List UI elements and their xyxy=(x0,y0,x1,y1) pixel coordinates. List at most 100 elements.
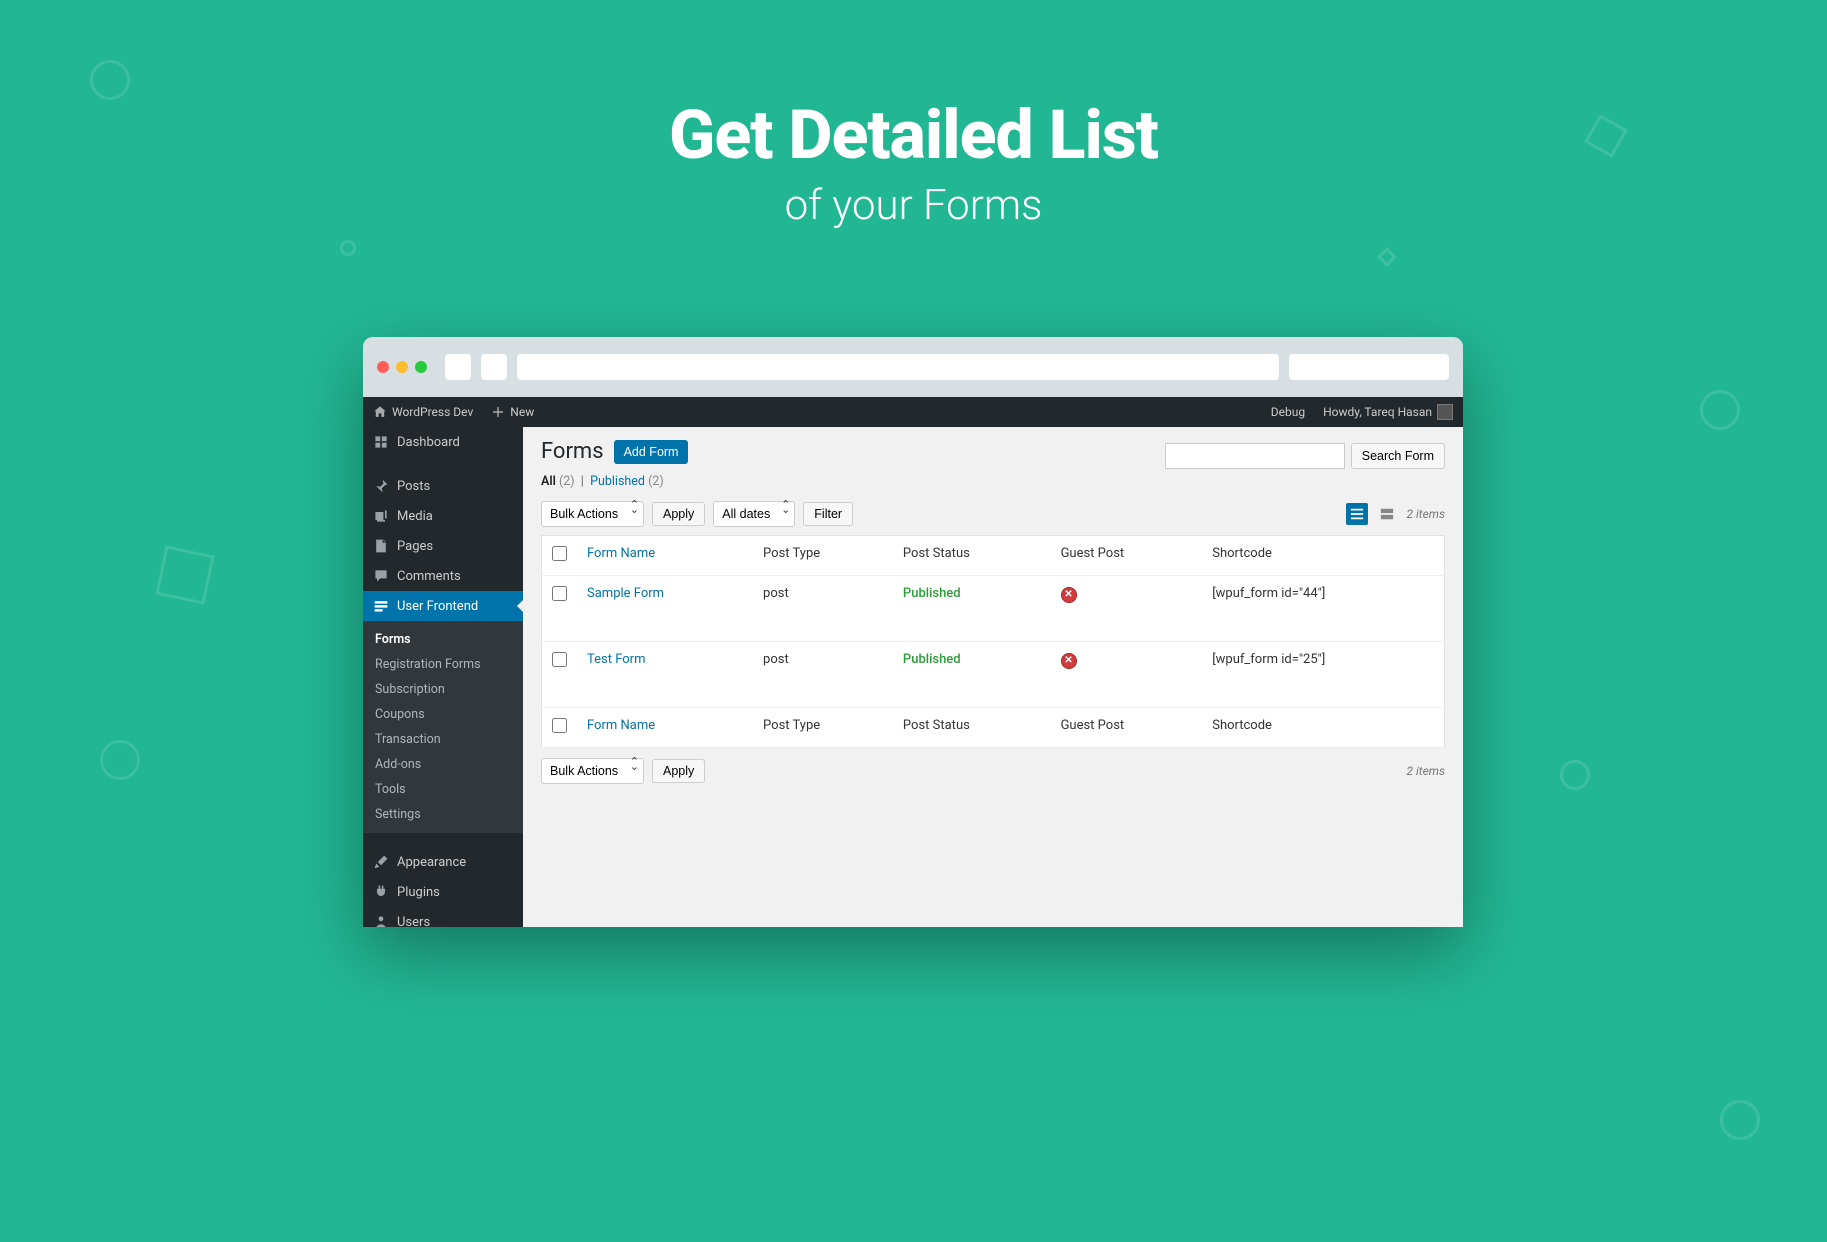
sidebar-item-label: Plugins xyxy=(397,885,440,900)
forms-table: Form Name Post Type Post Status Guest Po… xyxy=(541,535,1445,748)
search-form-button[interactable]: Search Form xyxy=(1351,443,1445,469)
sidebar-item-label: User Frontend xyxy=(397,599,478,614)
guest-post-no-icon: ✕ xyxy=(1061,587,1077,603)
avatar-icon xyxy=(1437,404,1453,420)
col-form-name[interactable]: Form Name xyxy=(587,546,655,561)
window-titlebar xyxy=(363,337,1463,397)
sidebar-item-users[interactable]: Users xyxy=(363,907,523,927)
submenu-settings[interactable]: Settings xyxy=(363,802,523,827)
adminbar-new[interactable]: New xyxy=(491,405,534,419)
sidebar-item-plugins[interactable]: Plugins xyxy=(363,877,523,907)
submenu-coupons[interactable]: Coupons xyxy=(363,702,523,727)
view-excerpt-icon[interactable] xyxy=(1376,503,1398,525)
form-name-link[interactable]: Sample Form xyxy=(587,586,664,601)
main-content: Screen Options ▼ Help ▼ Forms Add Form S… xyxy=(523,397,1463,927)
row-post-type: post xyxy=(753,642,893,708)
filter-published[interactable]: Published xyxy=(590,474,645,489)
col-form-name[interactable]: Form Name xyxy=(587,718,655,733)
submenu-forms[interactable]: Forms xyxy=(363,627,523,652)
adminbar-site-label: WordPress Dev xyxy=(392,405,473,419)
row-checkbox[interactable] xyxy=(552,586,567,601)
sidebar-submenu: Forms Registration Forms Subscription Co… xyxy=(363,621,523,833)
col-post-status: Post Status xyxy=(893,536,1051,576)
submenu-registration-forms[interactable]: Registration Forms xyxy=(363,652,523,677)
filter-published-count: (2) xyxy=(648,474,664,489)
hero: Get Detailed List of your Forms xyxy=(0,0,1827,230)
sidebar-item-label: Pages xyxy=(397,539,433,554)
row-post-type: post xyxy=(753,576,893,642)
select-all-checkbox-footer[interactable] xyxy=(552,718,567,733)
apply-button-bottom[interactable]: Apply xyxy=(652,759,705,783)
col-guest-post: Guest Post xyxy=(1051,536,1203,576)
close-dot-icon[interactable] xyxy=(377,361,389,373)
zoom-dot-icon[interactable] xyxy=(415,361,427,373)
adminbar-howdy-label: Howdy, Tareq Hasan xyxy=(1323,405,1432,419)
media-icon xyxy=(373,508,389,524)
browser-window: WordPress Dev New Debug Howdy, Tareq Has… xyxy=(363,337,1463,927)
sidebar-item-appearance[interactable]: Appearance xyxy=(363,847,523,877)
adminbar-account[interactable]: Howdy, Tareq Hasan xyxy=(1323,404,1453,420)
sidebar-item-label: Appearance xyxy=(397,855,466,870)
view-list-icon[interactable] xyxy=(1346,503,1368,525)
col-shortcode: Shortcode xyxy=(1202,708,1444,748)
dates-select[interactable]: All dates xyxy=(713,501,795,527)
col-post-type: Post Type xyxy=(753,708,893,748)
brush-icon xyxy=(373,854,389,870)
filter-button[interactable]: Filter xyxy=(803,502,853,526)
select-all-checkbox[interactable] xyxy=(552,546,567,561)
col-shortcode: Shortcode xyxy=(1202,536,1444,576)
hero-title: Get Detailed List xyxy=(0,95,1827,175)
adminbar-new-label: New xyxy=(510,405,534,419)
page-title: Forms xyxy=(541,439,604,464)
row-post-status: Published xyxy=(903,586,961,601)
col-post-status: Post Status xyxy=(893,708,1051,748)
col-guest-post: Guest Post xyxy=(1051,708,1203,748)
sidebar-item-comments[interactable]: Comments xyxy=(363,561,523,591)
sidebar-item-posts[interactable]: Posts xyxy=(363,471,523,501)
minimize-dot-icon[interactable] xyxy=(396,361,408,373)
sidebar-item-label: Comments xyxy=(397,569,461,584)
sidebar-item-user-frontend[interactable]: User Frontend xyxy=(363,591,523,621)
plus-icon xyxy=(491,405,505,419)
row-shortcode: [wpuf_form id="44"] xyxy=(1202,576,1444,642)
wp-admin-bar: WordPress Dev New Debug Howdy, Tareq Has… xyxy=(363,397,1463,427)
items-count-bottom: 2 items xyxy=(1406,764,1445,778)
sidebar-item-dashboard[interactable]: Dashboard xyxy=(363,427,523,457)
filter-links: All (2) | Published (2) xyxy=(541,474,1445,489)
form-name-link[interactable]: Test Form xyxy=(587,652,645,667)
traffic-lights xyxy=(377,361,427,373)
search-input[interactable] xyxy=(1165,443,1345,469)
filter-all-count: (2) xyxy=(559,474,575,489)
form-icon xyxy=(373,598,389,614)
submenu-transaction[interactable]: Transaction xyxy=(363,727,523,752)
table-row: Sample Form post Published ✕ [wpuf_form … xyxy=(542,576,1445,642)
hero-subtitle: of your Forms xyxy=(0,181,1827,230)
table-row: Test Form post Published ✕ [wpuf_form id… xyxy=(542,642,1445,708)
col-post-type: Post Type xyxy=(753,536,893,576)
plug-icon xyxy=(373,884,389,900)
browser-search[interactable] xyxy=(1289,354,1449,380)
submenu-tools[interactable]: Tools xyxy=(363,777,523,802)
row-checkbox[interactable] xyxy=(552,652,567,667)
bulk-actions-select[interactable]: Bulk Actions xyxy=(541,501,644,527)
comment-icon xyxy=(373,568,389,584)
sidebar-item-pages[interactable]: Pages xyxy=(363,531,523,561)
adminbar-site[interactable]: WordPress Dev xyxy=(373,405,473,419)
submenu-subscription[interactable]: Subscription xyxy=(363,677,523,702)
address-bar[interactable] xyxy=(517,354,1279,380)
sidebar-item-media[interactable]: Media xyxy=(363,501,523,531)
dashboard-icon xyxy=(373,434,389,450)
apply-button[interactable]: Apply xyxy=(652,502,705,526)
submenu-addons[interactable]: Add-ons xyxy=(363,752,523,777)
row-shortcode: [wpuf_form id="25"] xyxy=(1202,642,1444,708)
adminbar-debug[interactable]: Debug xyxy=(1271,405,1305,419)
sidebar-item-label: Users xyxy=(397,915,430,928)
nav-back-button[interactable] xyxy=(445,354,471,380)
add-form-button[interactable]: Add Form xyxy=(614,440,689,464)
user-icon xyxy=(373,914,389,927)
filter-all[interactable]: All xyxy=(541,474,556,489)
row-post-status: Published xyxy=(903,652,961,667)
nav-forward-button[interactable] xyxy=(481,354,507,380)
page-icon xyxy=(373,538,389,554)
bulk-actions-select-bottom[interactable]: Bulk Actions xyxy=(541,758,644,784)
